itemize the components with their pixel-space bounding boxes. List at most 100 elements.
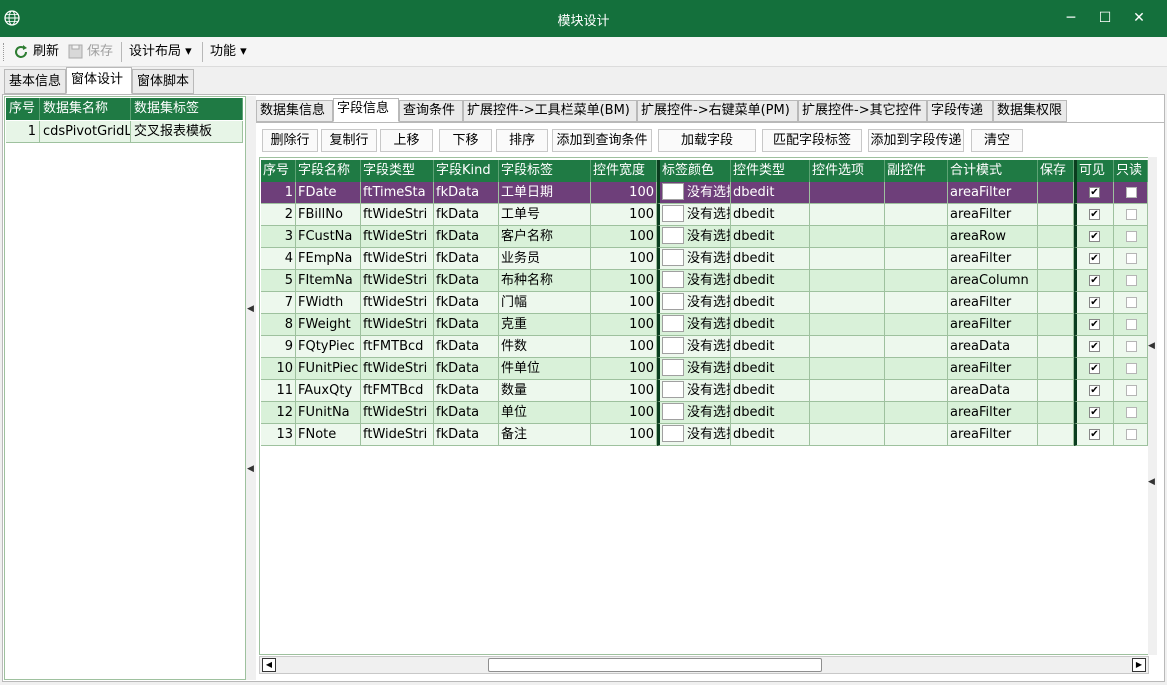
field-type-cell[interactable]: ftWideStri — [361, 314, 434, 336]
control-type-cell[interactable]: dbedit — [731, 182, 810, 204]
field-type-cell[interactable]: ftFMTBcd — [361, 336, 434, 358]
row-number[interactable]: 11 — [261, 380, 296, 402]
table-row[interactable]: 13FNoteftWideStrifkData备注100 没有选择dbedit ar… — [260, 424, 1148, 446]
close-button[interactable]: ✕ — [1122, 0, 1156, 37]
control-width-cell[interactable]: 100 — [591, 358, 657, 380]
move-down-button[interactable]: 下移 — [439, 129, 492, 152]
total-mode-cell[interactable]: areaFilter — [948, 248, 1038, 270]
save-cell[interactable] — [1038, 380, 1074, 402]
label-color-cell[interactable]: 没有选择 — [657, 270, 731, 292]
control-width-cell[interactable]: 100 — [591, 314, 657, 336]
field-kind-cell[interactable]: fkData — [434, 270, 499, 292]
row-number[interactable]: 12 — [261, 402, 296, 424]
tab-form-script[interactable]: 窗体脚本 — [132, 69, 194, 94]
field-kind-cell[interactable]: fkData — [434, 204, 499, 226]
save-button[interactable]: 保存 — [87, 43, 113, 61]
control-width-cell[interactable]: 100 — [591, 182, 657, 204]
save-cell[interactable] — [1038, 248, 1074, 270]
readonly-checkbox[interactable] — [1126, 275, 1137, 286]
sub-control-cell[interactable] — [885, 292, 948, 314]
tab-context-menu[interactable]: 扩展控件->右键菜单(PM) — [637, 100, 798, 122]
field-name-cell[interactable]: FWeight — [296, 314, 361, 336]
label-color-cell[interactable]: 没有选择 — [657, 336, 731, 358]
column-header[interactable]: 可见 — [1074, 160, 1114, 182]
row-number[interactable]: 8 — [261, 314, 296, 336]
visible-checkbox[interactable]: ✔ — [1089, 187, 1100, 198]
column-header[interactable]: 控件选项 — [810, 160, 885, 182]
sub-control-cell[interactable] — [885, 336, 948, 358]
control-type-cell[interactable]: dbedit — [731, 358, 810, 380]
visible-checkbox[interactable]: ✔ — [1089, 209, 1100, 220]
color-swatch[interactable] — [662, 271, 684, 288]
field-name-cell[interactable]: FQtyPiec — [296, 336, 361, 358]
control-options-cell[interactable] — [810, 204, 885, 226]
field-name-cell[interactable]: FDate — [296, 182, 361, 204]
field-type-cell[interactable]: ftWideStri — [361, 402, 434, 424]
readonly-cell[interactable] — [1114, 182, 1148, 204]
scroll-right-icon[interactable]: ▶ — [1132, 658, 1146, 672]
sub-control-cell[interactable] — [885, 358, 948, 380]
match-labels-button[interactable]: 匹配字段标签 — [762, 129, 862, 152]
field-kind-cell[interactable]: fkData — [434, 292, 499, 314]
column-header[interactable]: 字段类型 — [361, 160, 434, 182]
control-type-cell[interactable]: dbedit — [731, 292, 810, 314]
visible-cell[interactable]: ✔ — [1074, 424, 1114, 446]
column-header[interactable]: 字段名称 — [296, 160, 361, 182]
save-cell[interactable] — [1038, 314, 1074, 336]
row-number[interactable]: 1 — [261, 182, 296, 204]
field-label-cell[interactable]: 克重 — [499, 314, 591, 336]
table-row[interactable]: 8FWeightftWideStrifkData克重100 没有选择dbedit a… — [260, 314, 1148, 336]
label-color-cell[interactable]: 没有选择 — [657, 314, 731, 336]
save-cell[interactable] — [1038, 226, 1074, 248]
column-header[interactable]: 控件宽度 — [591, 160, 657, 182]
readonly-checkbox[interactable] — [1126, 341, 1137, 352]
readonly-checkbox[interactable] — [1126, 187, 1137, 198]
field-label-cell[interactable]: 客户名称 — [499, 226, 591, 248]
readonly-checkbox[interactable] — [1126, 231, 1137, 242]
visible-cell[interactable]: ✔ — [1074, 248, 1114, 270]
sub-control-cell[interactable] — [885, 314, 948, 336]
row-number[interactable]: 2 — [261, 204, 296, 226]
readonly-cell[interactable] — [1114, 292, 1148, 314]
save-cell[interactable] — [1038, 336, 1074, 358]
color-swatch[interactable] — [662, 183, 684, 200]
color-swatch[interactable] — [662, 227, 684, 244]
field-kind-cell[interactable]: fkData — [434, 424, 499, 446]
label-color-cell[interactable]: 没有选择 — [657, 226, 731, 248]
readonly-cell[interactable] — [1114, 358, 1148, 380]
visible-cell[interactable]: ✔ — [1074, 314, 1114, 336]
field-name-cell[interactable]: FWidth — [296, 292, 361, 314]
readonly-checkbox[interactable] — [1126, 407, 1137, 418]
readonly-cell[interactable] — [1114, 424, 1148, 446]
field-kind-cell[interactable]: fkData — [434, 358, 499, 380]
table-row[interactable]: 2FBillNoftWideStrifkData工单号100 没有选择dbedit… — [260, 204, 1148, 226]
vertical-splitter[interactable]: ◀ ◀ — [1148, 157, 1157, 655]
field-type-cell[interactable]: ftFMTBcd — [361, 380, 434, 402]
color-swatch[interactable] — [662, 249, 684, 266]
label-color-cell[interactable]: 没有选择 — [657, 248, 731, 270]
row-number[interactable]: 13 — [261, 424, 296, 446]
sort-button[interactable]: 排序 — [496, 129, 548, 152]
readonly-checkbox[interactable] — [1126, 253, 1137, 264]
label-color-cell[interactable]: 没有选择 — [657, 402, 731, 424]
sub-control-cell[interactable] — [885, 182, 948, 204]
field-type-cell[interactable]: ftWideStri — [361, 358, 434, 380]
dataset-row-label[interactable]: 交叉报表模板 — [131, 121, 243, 143]
sub-control-cell[interactable] — [885, 402, 948, 424]
field-name-cell[interactable]: FNote — [296, 424, 361, 446]
control-type-cell[interactable]: dbedit — [731, 248, 810, 270]
column-header[interactable]: 字段Kind — [434, 160, 499, 182]
control-width-cell[interactable]: 100 — [591, 336, 657, 358]
visible-checkbox[interactable]: ✔ — [1089, 385, 1100, 396]
column-header[interactable]: 控件类型 — [731, 160, 810, 182]
readonly-checkbox[interactable] — [1126, 385, 1137, 396]
row-number[interactable]: 4 — [261, 248, 296, 270]
control-type-cell[interactable]: dbedit — [731, 314, 810, 336]
color-swatch[interactable] — [662, 315, 684, 332]
control-options-cell[interactable] — [810, 424, 885, 446]
visible-checkbox[interactable]: ✔ — [1089, 341, 1100, 352]
tab-other-controls[interactable]: 扩展控件->其它控件 — [798, 100, 927, 122]
control-type-cell[interactable]: dbedit — [731, 402, 810, 424]
refresh-button[interactable]: 刷新 — [33, 43, 59, 61]
visible-cell[interactable]: ✔ — [1074, 402, 1114, 424]
